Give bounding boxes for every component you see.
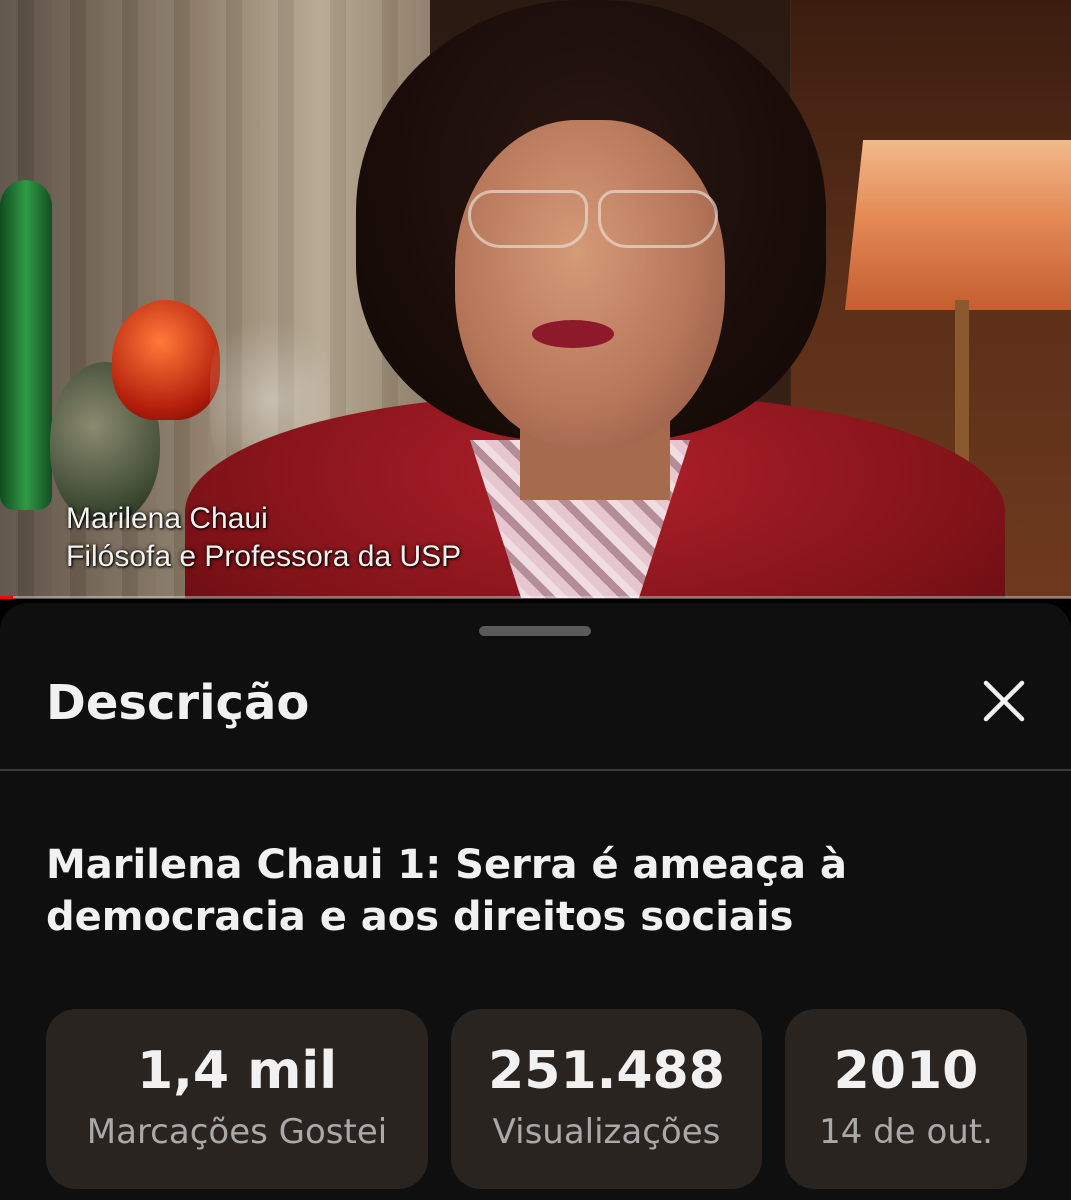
- speaker-lips: [532, 320, 614, 348]
- caption-name: Marilena Chaui: [66, 502, 268, 535]
- description-panel: Descrição Marilena Chaui 1: Serra é amea…: [0, 603, 1071, 1200]
- views-stat: 251.488 Visualizações: [451, 1009, 762, 1189]
- glasses-left-lens: [468, 190, 588, 248]
- green-vase: [0, 180, 52, 510]
- video-progress-fill: [0, 596, 13, 599]
- caption-role: Filósofa e Professora da USP: [66, 540, 462, 573]
- views-count: 251.488: [488, 1041, 725, 1101]
- likes-count: 1,4 mil: [136, 1041, 338, 1101]
- date-stat: 2010 14 de out.: [785, 1009, 1027, 1189]
- publish-date: 14 de out.: [819, 1112, 993, 1152]
- views-label: Visualizações: [492, 1112, 721, 1152]
- publish-year: 2010: [833, 1041, 979, 1101]
- close-icon: [982, 679, 1026, 727]
- video-title: Marilena Chaui 1: Serra é ameaça à democ…: [46, 842, 847, 940]
- likes-label: Marcações Gostei: [86, 1112, 388, 1152]
- panel-title: Descrição: [46, 675, 310, 731]
- lamp-shade: [845, 140, 1071, 310]
- glasses-right-lens: [598, 190, 718, 248]
- panel-divider: [0, 769, 1071, 771]
- speaker-face: [455, 120, 725, 450]
- video-progress-bar[interactable]: [0, 596, 1071, 599]
- red-vase: [112, 300, 220, 420]
- close-button[interactable]: [974, 673, 1034, 733]
- drag-handle[interactable]: [479, 626, 591, 636]
- lower-third-caption: Marilena Chaui Filósofa e Professora da …: [66, 500, 461, 576]
- video-player[interactable]: Marilena Chaui Filósofa e Professora da …: [0, 0, 1071, 598]
- likes-stat: 1,4 mil Marcações Gostei: [46, 1009, 428, 1189]
